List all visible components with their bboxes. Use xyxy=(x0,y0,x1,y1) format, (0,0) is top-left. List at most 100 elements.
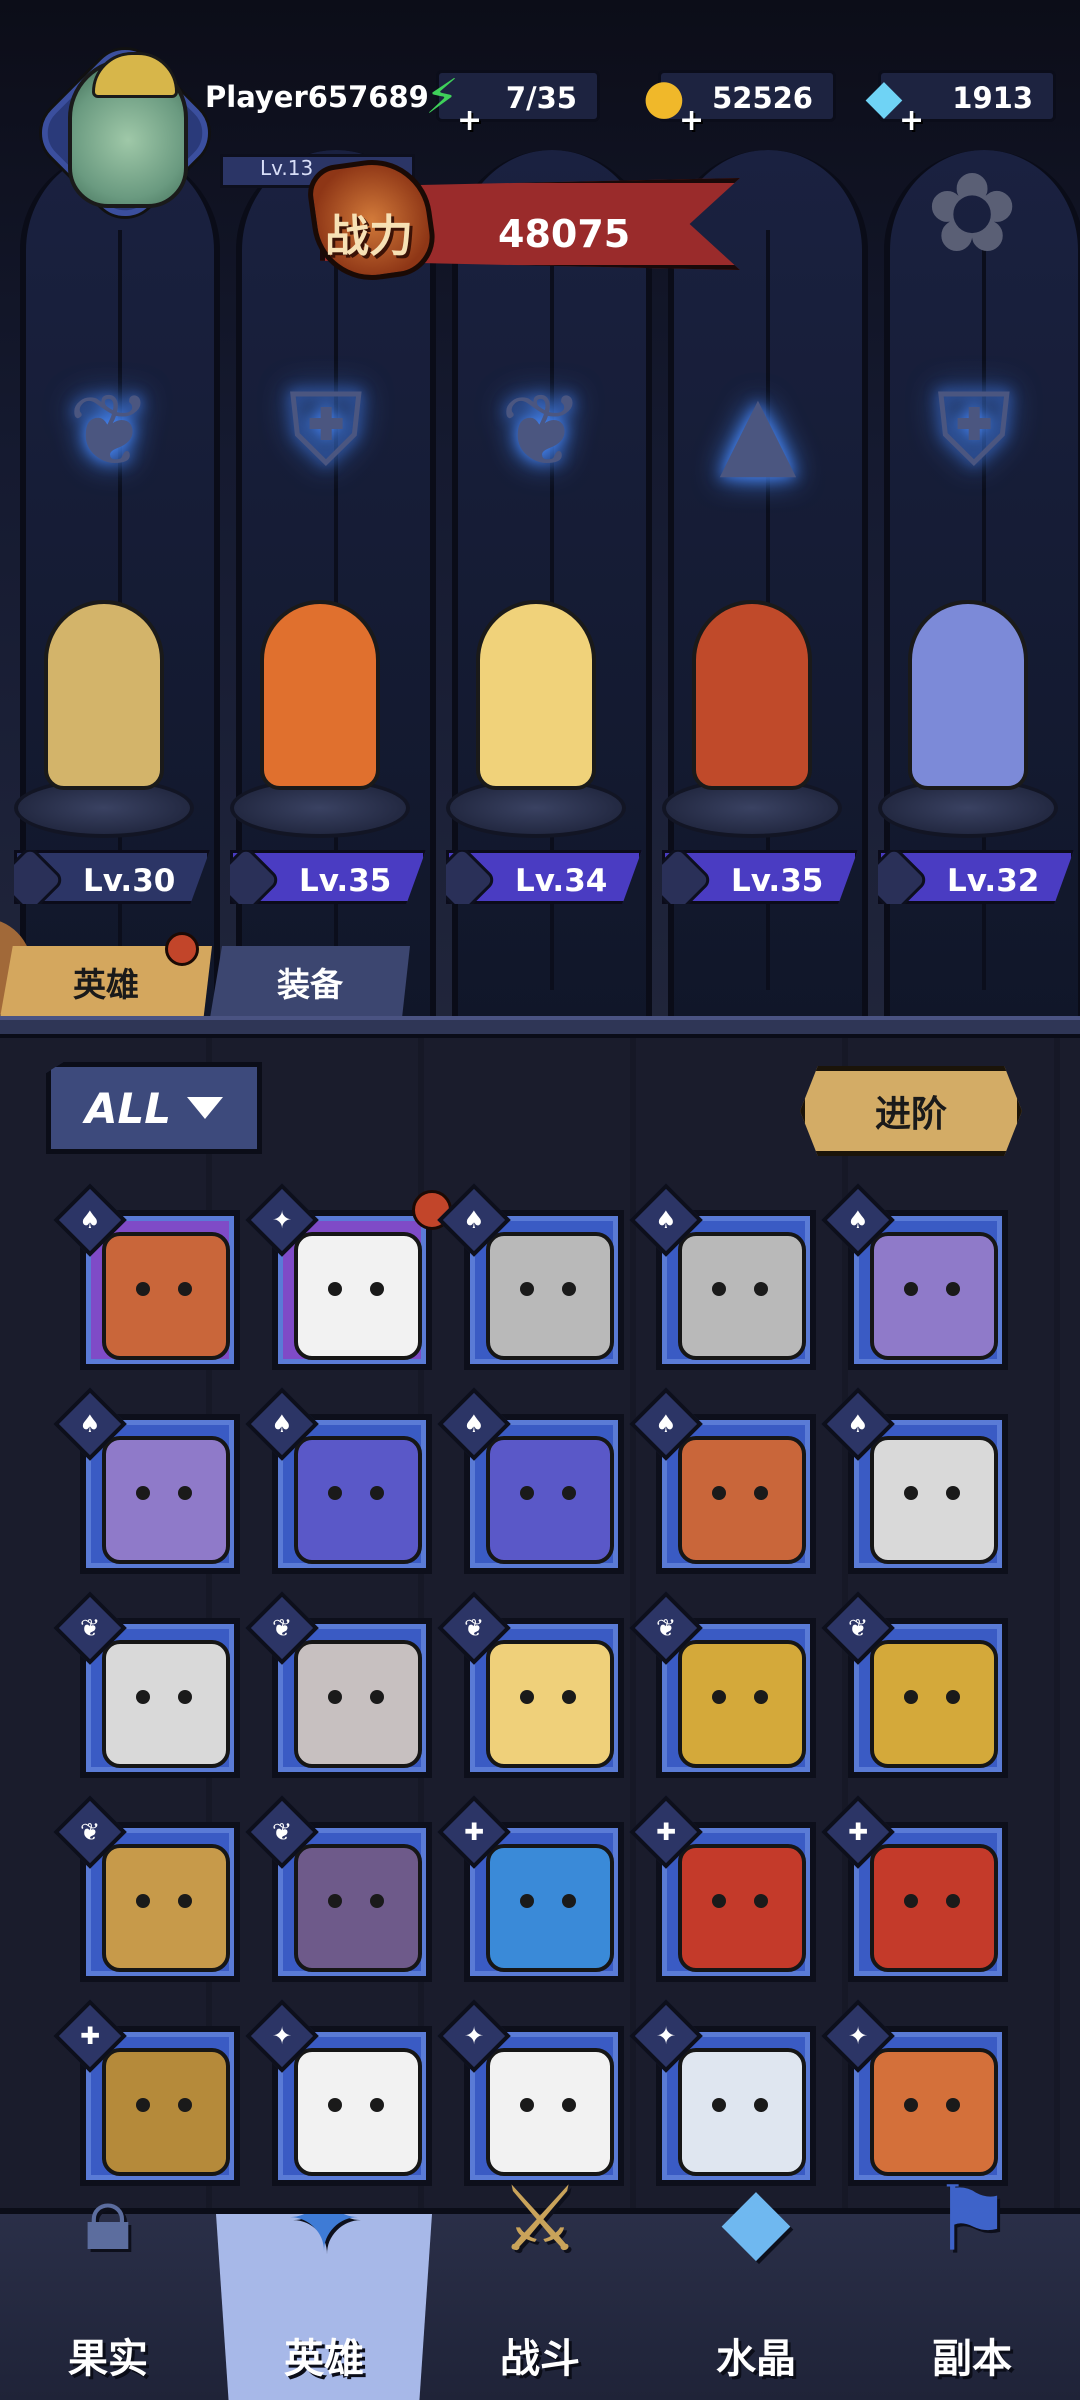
nav-battle[interactable]: ⚔ 战斗 xyxy=(432,2167,648,2400)
battle-icon: ⚔ xyxy=(499,2166,581,2272)
nav-label: 英雄 xyxy=(284,2336,364,2382)
hero-card[interactable]: ❦ xyxy=(53,1591,240,1778)
avatar[interactable] xyxy=(68,52,188,208)
nav-label: 果实 xyxy=(68,2336,148,2382)
tab-equipment[interactable]: 装备 xyxy=(210,946,410,1018)
hero-card[interactable]: ♠ xyxy=(629,1387,816,1574)
nav-label: 战斗 xyxy=(500,2336,580,2382)
hero-portrait xyxy=(486,1436,614,1564)
hero-card[interactable]: ❦ xyxy=(245,1795,432,1982)
hero-portrait xyxy=(44,600,164,790)
hero-card[interactable]: ♠ xyxy=(245,1387,432,1574)
lineup-slot-4[interactable] xyxy=(652,590,852,860)
lineup-slot-1[interactable] xyxy=(4,590,204,860)
add-energy-icon[interactable]: + xyxy=(457,103,482,138)
hero-portrait xyxy=(486,1844,614,1972)
add-gold-icon[interactable]: + xyxy=(679,103,704,138)
hero-card[interactable]: ✦ xyxy=(245,1183,452,1370)
hero-card[interactable]: ❦ xyxy=(53,1795,240,1982)
hero-portrait xyxy=(294,1640,422,1768)
hero-portrait xyxy=(476,600,596,790)
hero-level-badge: Lv.35 xyxy=(230,850,426,904)
wing-emblem-icon: ❦ xyxy=(500,371,584,489)
hero-level: Lv.30 xyxy=(83,863,176,899)
diamond-value: 1913 xyxy=(952,81,1033,115)
hero-card[interactable]: ♠ xyxy=(629,1183,816,1370)
lineup-slot-3[interactable] xyxy=(436,590,636,860)
hero-portrait xyxy=(486,1232,614,1360)
gold-value: 52526 xyxy=(712,81,813,115)
hero-card[interactable]: ♠ xyxy=(821,1183,1008,1370)
hero-card[interactable]: ♠ xyxy=(821,1387,1008,1574)
hero-portrait xyxy=(486,1640,614,1768)
hero-card[interactable]: ✚ xyxy=(437,1795,624,1982)
hero-card[interactable]: ❦ xyxy=(629,1591,816,1778)
hero-portrait xyxy=(678,1640,806,1768)
hero-card[interactable]: ✦ xyxy=(245,1999,432,2186)
hero-level: Lv.34 xyxy=(515,863,608,899)
hero-portrait xyxy=(294,2048,422,2176)
hero-card[interactable]: ❦ xyxy=(245,1591,432,1778)
hero-portrait xyxy=(908,600,1028,790)
add-diamond-icon[interactable]: + xyxy=(899,103,924,138)
hero-portrait xyxy=(870,1640,998,1768)
advance-button[interactable]: 进阶 xyxy=(800,1066,1022,1156)
energy-counter[interactable]: ⚡ + 7/35 xyxy=(425,69,600,138)
filter-dropdown[interactable]: ALL xyxy=(46,1062,262,1154)
hero-card[interactable]: ♠ xyxy=(437,1387,624,1574)
hero-portrait xyxy=(678,1844,806,1972)
filter-label: ALL xyxy=(84,1083,172,1133)
player-name: Player657689 xyxy=(205,80,429,114)
hero-portrait xyxy=(102,1436,230,1564)
nav-heroes[interactable]: ✦ 英雄 xyxy=(216,2214,432,2400)
nav-label: 水晶 xyxy=(716,2336,796,2382)
hero-level-badge: Lv.34 xyxy=(446,850,642,904)
hero-portrait xyxy=(260,600,380,790)
hero-portrait xyxy=(870,1232,998,1360)
flower-menu-icon[interactable]: ✿ xyxy=(926,158,1018,268)
mage-hat-emblem-icon: ▲ xyxy=(719,371,797,489)
nav-dungeon[interactable]: ⚑ 副本 xyxy=(864,2167,1080,2400)
hero-portrait xyxy=(102,1640,230,1768)
notification-dot xyxy=(165,932,199,966)
energy-value: 7/35 xyxy=(505,81,577,115)
dungeon-flag-icon: ⚑ xyxy=(931,2166,1013,2272)
chevron-down-icon xyxy=(187,1097,224,1119)
power-value: 48075 xyxy=(498,212,631,256)
section-divider xyxy=(0,1016,1080,1038)
hero-card[interactable]: ♠ xyxy=(53,1387,240,1574)
nav-fruit[interactable]: 🔒︎ 果实 xyxy=(0,2166,216,2400)
gold-counter[interactable]: ● + 52526 xyxy=(643,69,836,138)
power-label: 战力 xyxy=(325,211,413,262)
diamond-counter[interactable]: ◆ + 1913 xyxy=(866,69,1056,138)
hero-level: Lv.35 xyxy=(299,863,392,899)
hero-card[interactable]: ✚ xyxy=(821,1795,1008,1982)
team-lineup-area: Player657689 Lv.13 ⚡ + 7/35 ● + 52526 ◆ … xyxy=(0,0,1080,1020)
bottom-navigation: 🔒︎ 果实 ✦ 英雄 ⚔ 战斗 ◆ 水晶 ⚑ 副本 xyxy=(0,2166,1080,2400)
hero-card[interactable]: ❦ xyxy=(437,1591,624,1778)
hero-portrait xyxy=(294,1844,422,1972)
hero-card[interactable]: ♠ xyxy=(53,1183,240,1370)
hero-card[interactable]: ❦ xyxy=(821,1591,1008,1778)
nav-label: 副本 xyxy=(932,2336,1012,2382)
padlock-icon: 🔒︎ xyxy=(84,2166,132,2271)
hero-card[interactable]: ♠ xyxy=(437,1183,624,1370)
hero-level-badge: Lv.30 xyxy=(14,850,210,904)
beast-claw-emblem-icon: ⛨ xyxy=(288,371,364,488)
wing-emblem-icon: ❦ xyxy=(68,371,152,489)
lineup-slot-5[interactable] xyxy=(868,590,1068,860)
hero-portrait xyxy=(692,600,812,790)
hero-portrait xyxy=(678,1436,806,1564)
hero-portrait xyxy=(294,1436,422,1564)
hero-portrait xyxy=(294,1232,422,1360)
hero-portrait xyxy=(678,1232,806,1360)
beast-claw-emblem-icon: ⛨ xyxy=(936,371,1012,488)
crystal-icon: ◆ xyxy=(721,2166,791,2272)
nav-crystal[interactable]: ◆ 水晶 xyxy=(648,2167,864,2400)
hero-portrait xyxy=(870,1436,998,1564)
hero-card[interactable]: ✚ xyxy=(629,1795,816,1982)
hero-level: Lv.35 xyxy=(731,863,824,899)
lineup-slot-2[interactable] xyxy=(220,590,420,860)
hero-level-badge: Lv.32 xyxy=(878,850,1074,904)
hero-portrait xyxy=(102,1844,230,1972)
